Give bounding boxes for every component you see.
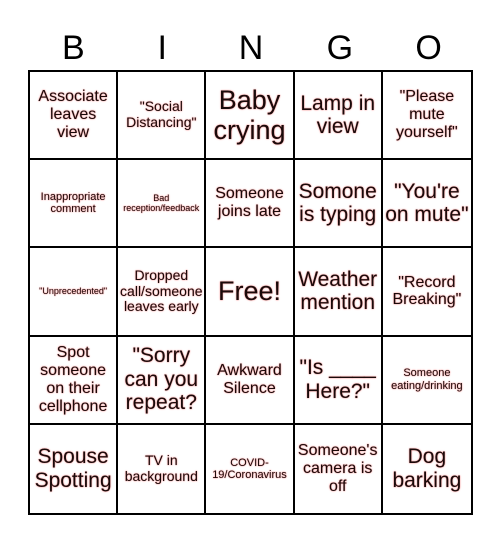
bingo-cell[interactable]: "Record Breaking" — [382, 248, 471, 337]
bingo-cell[interactable]: Associate leaves view — [30, 72, 119, 161]
cell-label: TV in background — [124, 452, 198, 484]
cell-label: Someone's camera is off — [297, 442, 378, 495]
bingo-cell[interactable]: COVID-19/Coronavirus — [206, 424, 295, 513]
cell-label: "Social Distancing" — [126, 98, 197, 131]
bingo-header: B I N G O — [29, 28, 473, 68]
cell-label: "Sorry can you repeat? — [124, 344, 199, 415]
bingo-cell[interactable]: Someone eating/drinking — [382, 337, 471, 425]
header-letter-o: O — [415, 29, 442, 67]
cell-label: Associate leaves view — [38, 88, 108, 142]
cell-label: Someone eating/drinking — [391, 367, 463, 392]
header-letter-g: G — [326, 29, 354, 67]
cell-label: Someone joins late — [215, 185, 284, 221]
bingo-cell[interactable]: Somone is typing — [294, 160, 383, 249]
cell-label: Spouse Spotting — [34, 445, 112, 492]
cell-label: COVID-19/Coronavirus — [212, 456, 287, 481]
cell-label: "Unprecedented" — [39, 286, 108, 297]
bingo-cell[interactable]: Spouse Spotting — [30, 424, 119, 513]
cell-label: Lamp in view — [300, 91, 376, 139]
cell-label: "Please mute yourself" — [396, 88, 458, 142]
cell-label: "You're on mute" — [385, 179, 469, 227]
cell-label: Bad reception/feedback — [123, 193, 200, 214]
header-letter-b: B — [62, 29, 85, 67]
bingo-cell[interactable]: "You're on mute" — [382, 160, 471, 249]
cell-label: "Record Breaking" — [392, 273, 462, 309]
bingo-board: Associate leaves view "Social Distancing"… — [28, 70, 473, 515]
bingo-cell[interactable]: Lamp in view — [294, 72, 383, 161]
bingo-cell[interactable]: "Social Distancing" — [118, 72, 207, 161]
header-letter-n: N — [238, 29, 264, 67]
cell-label: Dog barking — [392, 445, 462, 492]
bingo-cell[interactable]: Spot someone on their cellphone — [30, 336, 119, 425]
bingo-cell[interactable]: Bad reception/feedback — [118, 160, 207, 249]
bingo-cell[interactable]: "Please mute yourself" — [382, 72, 471, 161]
bingo-cell[interactable]: Baby crying — [206, 72, 295, 161]
bingo-cell[interactable]: Inappropriate comment — [30, 160, 119, 249]
cell-label: Free! — [217, 276, 281, 307]
cell-label: "Is ____ Here?" — [299, 356, 376, 403]
bingo-cell[interactable]: Dog barking — [383, 425, 471, 513]
bingo-cell[interactable]: "Unprecedented" — [30, 248, 119, 337]
cell-label: Spot someone on their cellphone — [38, 343, 108, 415]
bingo-cell[interactable]: Someone's camera is off — [295, 424, 383, 513]
bingo-cell[interactable]: Weather mention — [294, 248, 383, 337]
bingo-cell[interactable]: TV in background — [118, 424, 207, 513]
bingo-cell[interactable]: Someone joins late — [206, 160, 295, 249]
cell-label: Awkward Silence — [217, 361, 282, 397]
bingo-cell[interactable]: "Sorry can you repeat? — [118, 336, 207, 425]
cell-label: Dropped call/someone leaves early — [120, 266, 203, 315]
cell-label: Somone is typing — [298, 179, 377, 227]
bingo-cell[interactable]: "Is ____ Here?" — [294, 336, 383, 425]
header-letter-i: I — [157, 29, 167, 67]
cell-label: Baby crying — [213, 84, 286, 146]
free-space-cell[interactable]: Free! — [206, 248, 295, 337]
bingo-cell[interactable]: Dropped call/someone leaves early — [118, 248, 207, 337]
bingo-cell[interactable]: Awkward Silence — [206, 336, 295, 425]
cell-label: Weather mention — [298, 267, 378, 315]
cell-label: Inappropriate comment — [40, 190, 106, 216]
